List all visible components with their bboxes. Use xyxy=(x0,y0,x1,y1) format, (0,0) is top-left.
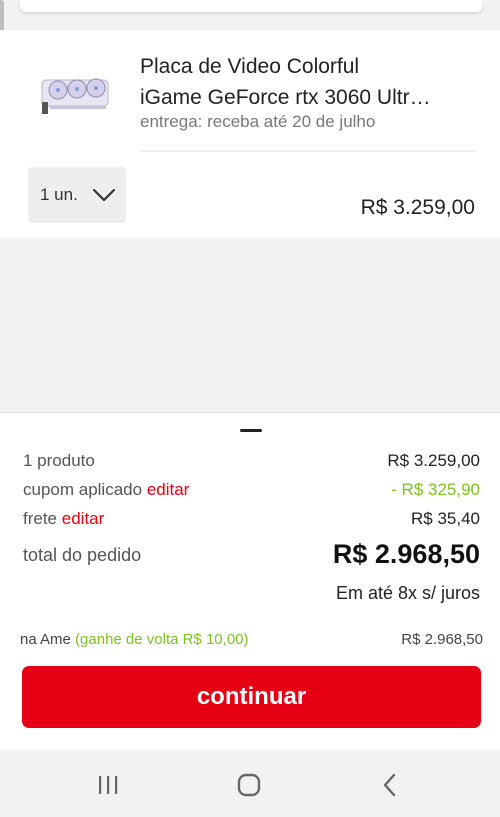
products-value: R$ 3.259,00 xyxy=(387,451,480,470)
installments-info: Em até 8x s/ juros xyxy=(335,583,480,603)
shipping-row: frete editar R$ 35,40 xyxy=(23,509,480,529)
divider xyxy=(140,150,476,152)
order-summary-sheet: 1 produto R$ 3.259,00 cupom aplicado edi… xyxy=(0,412,500,750)
total-label: total do pedido xyxy=(23,545,142,565)
total-row: total do pedido R$ 2.968,50 xyxy=(23,539,480,570)
home-button[interactable] xyxy=(229,770,269,800)
ame-value: R$ 2.968,50 xyxy=(401,631,483,648)
products-row: 1 produto R$ 3.259,00 xyxy=(23,451,480,471)
previous-card-edge xyxy=(20,0,482,12)
recent-apps-icon xyxy=(99,776,118,794)
cart-item-card: Placa de Video Colorful iGame GeForce rt… xyxy=(0,30,500,238)
quantity-value: 1 un. xyxy=(40,185,78,204)
product-title[interactable]: Placa de Video Colorful iGame GeForce rt… xyxy=(140,51,440,113)
system-nav-bar xyxy=(0,750,500,817)
coupon-discount-value: - R$ 325,90 xyxy=(391,480,480,499)
product-title-line1: Placa de Video Colorful xyxy=(140,55,360,78)
shipping-edit-link[interactable]: editar xyxy=(62,509,105,528)
total-value: R$ 2.968,50 xyxy=(332,539,480,569)
products-label: 1 produto xyxy=(23,451,95,470)
ame-cashback: (ganhe de volta R$ 10,00) xyxy=(75,631,249,648)
back-button[interactable] xyxy=(370,770,410,800)
drag-handle[interactable] xyxy=(240,429,262,432)
chevron-down-icon xyxy=(92,188,115,202)
coupon-row: cupom aplicado editar - R$ 325,90 xyxy=(23,480,480,500)
quantity-select[interactable]: 1 un. xyxy=(28,167,126,223)
ame-label: na Ame xyxy=(20,631,71,648)
recent-apps-button[interactable] xyxy=(88,770,128,800)
coupon-label: cupom aplicado xyxy=(23,480,143,499)
product-image[interactable] xyxy=(40,66,114,116)
coupon-edit-link[interactable]: editar xyxy=(147,480,190,499)
continue-button[interactable]: continuar xyxy=(22,666,481,728)
item-price: R$ 3.259,00 xyxy=(360,196,475,219)
home-icon xyxy=(237,773,261,797)
back-icon xyxy=(383,773,396,797)
ame-payment-row: na Ame (ganhe de volta R$ 10,00) R$ 2.96… xyxy=(20,631,483,648)
delivery-estimate: entrega: receba até 20 de julho xyxy=(140,112,376,131)
shipping-label: frete xyxy=(23,509,58,528)
shipping-value: R$ 35,40 xyxy=(411,509,480,528)
product-title-line2: iGame GeForce rtx 3060 Ultra W OC 12G xyxy=(140,86,432,109)
